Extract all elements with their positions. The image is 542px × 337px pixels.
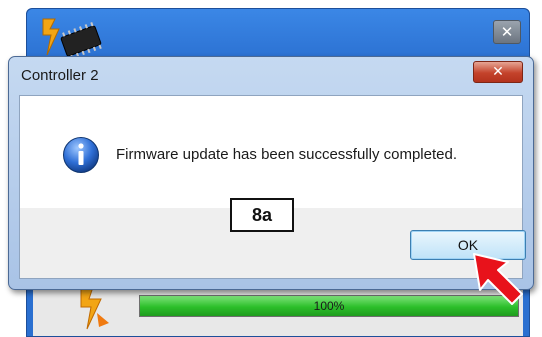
dialog-message: Firmware update has been successfully co… xyxy=(116,146,458,163)
step-label: 8a xyxy=(230,198,294,232)
lightning-icon xyxy=(80,286,109,330)
progress-label: 100% xyxy=(313,299,345,313)
info-icon xyxy=(63,137,99,173)
dialog-content: Firmware update has been successfully co… xyxy=(19,95,526,279)
chip-lightning-icon xyxy=(42,18,102,60)
message-dialog: Controller 2 ✕ Firmware update has been … xyxy=(8,56,534,290)
dialog-title: Controller 2 xyxy=(21,67,99,84)
red-arrow-icon xyxy=(473,253,523,305)
dialog-close-button[interactable]: ✕ xyxy=(473,61,523,83)
background-close-button[interactable]: ✕ xyxy=(493,20,521,44)
dialog-message-area: Firmware update has been successfully co… xyxy=(20,96,522,208)
progress-bar: 100% xyxy=(139,295,519,317)
